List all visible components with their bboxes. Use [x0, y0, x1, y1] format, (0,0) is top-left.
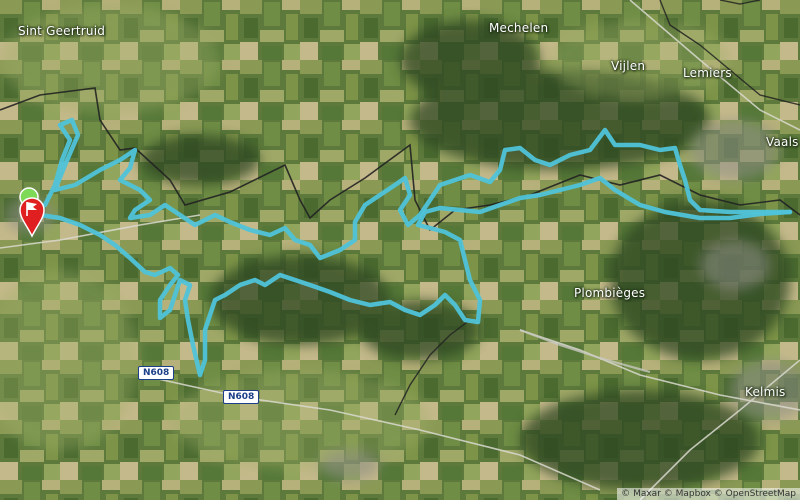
place-label-plombieges: Plombièges — [574, 286, 646, 300]
place-label-sint-geertruid: Sint Geertruid — [18, 24, 106, 38]
place-label-vijlen: Vijlen — [611, 59, 646, 73]
start-marker-icon[interactable] — [19, 197, 45, 238]
map-attribution[interactable]: © Maxar © Mapbox © OpenStreetMap — [617, 488, 800, 500]
route-markers — [19, 187, 45, 238]
road-shield-n608: N608 — [223, 390, 260, 404]
map-view[interactable]: Sint Geertruid Mechelen Vijlen Lemiers V… — [0, 0, 800, 500]
place-label-vaals: Vaals — [766, 135, 799, 149]
road-shield-n608: N608 — [138, 366, 175, 380]
place-label-mechelen: Mechelen — [489, 21, 549, 35]
place-label-kelmis: Kelmis — [745, 385, 786, 399]
place-label-lemiers: Lemiers — [683, 66, 732, 80]
